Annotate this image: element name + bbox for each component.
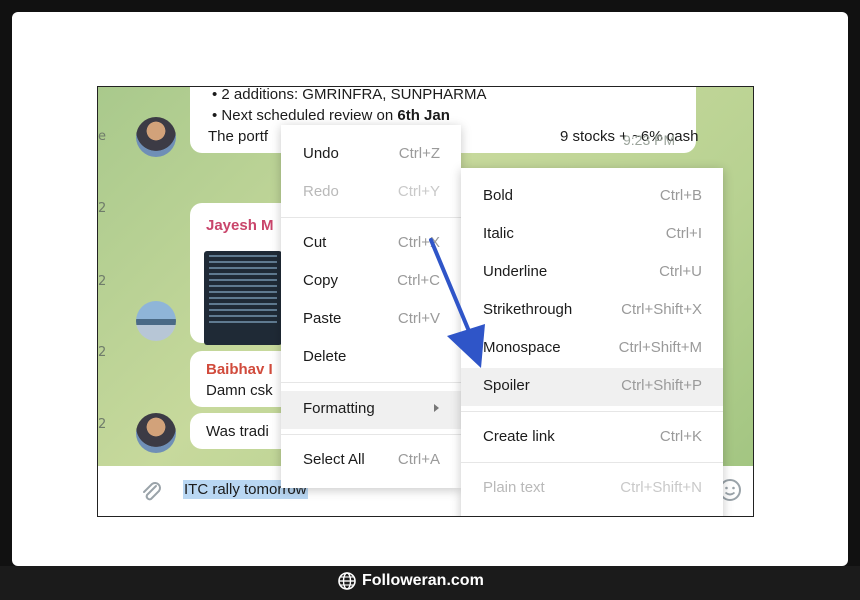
chat-list-fragment: 2 xyxy=(98,274,107,289)
attach-icon[interactable] xyxy=(138,478,164,504)
chat-list-fragment: e xyxy=(98,129,106,144)
submenu-arrow-icon xyxy=(434,404,439,412)
avatar[interactable] xyxy=(136,301,176,341)
message-text: Damn csk xyxy=(206,382,273,399)
menu-item-redo[interactable]: Redo Ctrl+Y xyxy=(281,174,461,212)
menu-item-formatting[interactable]: Formatting xyxy=(281,391,461,429)
menu-separator xyxy=(461,411,723,412)
telegram-chat-window: e 2 2 2 2 1 • 2 additions: GMRINFRA, SUN… xyxy=(97,86,754,517)
menu-separator xyxy=(461,462,723,463)
message-text: • Next scheduled review on 6th Jan xyxy=(212,107,450,124)
globe-icon xyxy=(338,572,356,590)
chat-list-fragment: 2 xyxy=(98,201,107,216)
menu-separator xyxy=(281,434,461,435)
menu-item-plain-text[interactable]: Plain text Ctrl+Shift+N xyxy=(461,470,723,508)
message-text: Was tradi xyxy=(206,423,269,440)
message-text: • 2 additions: GMRINFRA, SUNPHARMA xyxy=(212,86,487,103)
menu-separator xyxy=(281,217,461,218)
avatar[interactable] xyxy=(136,117,176,157)
annotation-arrow-icon xyxy=(429,238,485,368)
menu-item-bold[interactable]: Bold Ctrl+B xyxy=(461,178,723,216)
menu-item-spoiler[interactable]: Spoiler Ctrl+Shift+P xyxy=(461,368,723,406)
message-text: The portf xyxy=(208,128,269,145)
sender-name: Jayesh M xyxy=(206,217,274,234)
menu-item-create-link[interactable]: Create link Ctrl+K xyxy=(461,419,723,457)
menu-separator xyxy=(281,382,461,383)
chat-list-fragment: 2 xyxy=(98,417,107,432)
menu-item-undo[interactable]: Undo Ctrl+Z xyxy=(281,136,461,174)
avatar[interactable] xyxy=(136,413,176,453)
message-time: 9:23 PM xyxy=(623,132,676,148)
brand-label: Followeran.com xyxy=(362,572,484,589)
menu-item-select-all[interactable]: Select All Ctrl+A xyxy=(281,442,461,480)
chat-list-fragment: 2 xyxy=(98,345,107,360)
sender-name: Baibhav I xyxy=(206,361,273,378)
image-attachment[interactable] xyxy=(204,251,282,345)
